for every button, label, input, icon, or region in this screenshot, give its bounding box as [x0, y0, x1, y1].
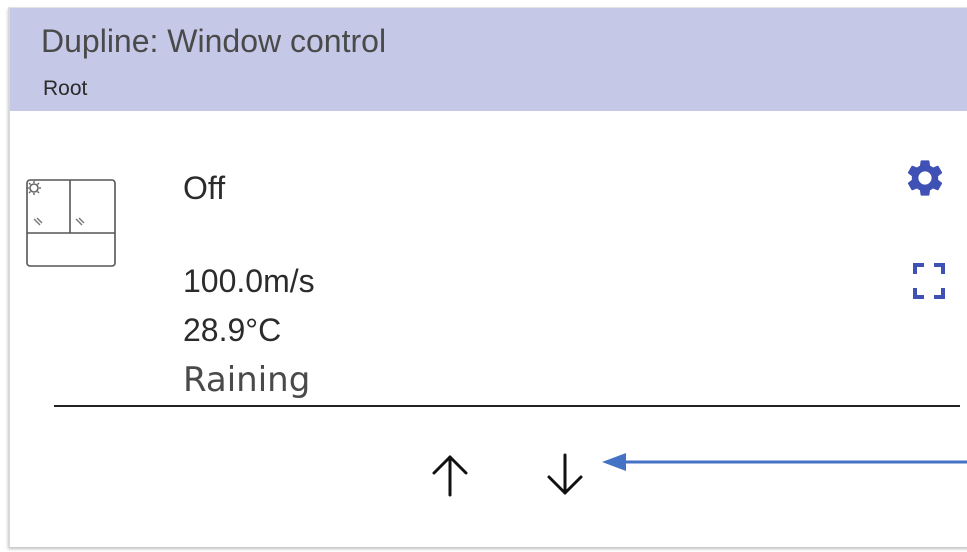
annotation-arrow: [602, 453, 967, 471]
gear-icon[interactable]: [903, 156, 947, 200]
arrow-down-icon[interactable]: [545, 451, 585, 499]
card-subtitle: Root: [43, 77, 88, 100]
fullscreen-icon[interactable]: [913, 263, 945, 299]
wind-speed-value: 100.0m/s: [183, 263, 315, 299]
device-state: Off: [183, 170, 226, 206]
card-header: Dupline: Window control Root: [10, 8, 967, 111]
temperature-value: 28.9°C: [183, 312, 282, 348]
card-title: Dupline: Window control: [41, 23, 387, 59]
weather-status: Raining: [183, 360, 311, 400]
arrow-up-icon[interactable]: [430, 451, 470, 499]
divider: [54, 405, 960, 407]
window-icon: [26, 179, 116, 267]
